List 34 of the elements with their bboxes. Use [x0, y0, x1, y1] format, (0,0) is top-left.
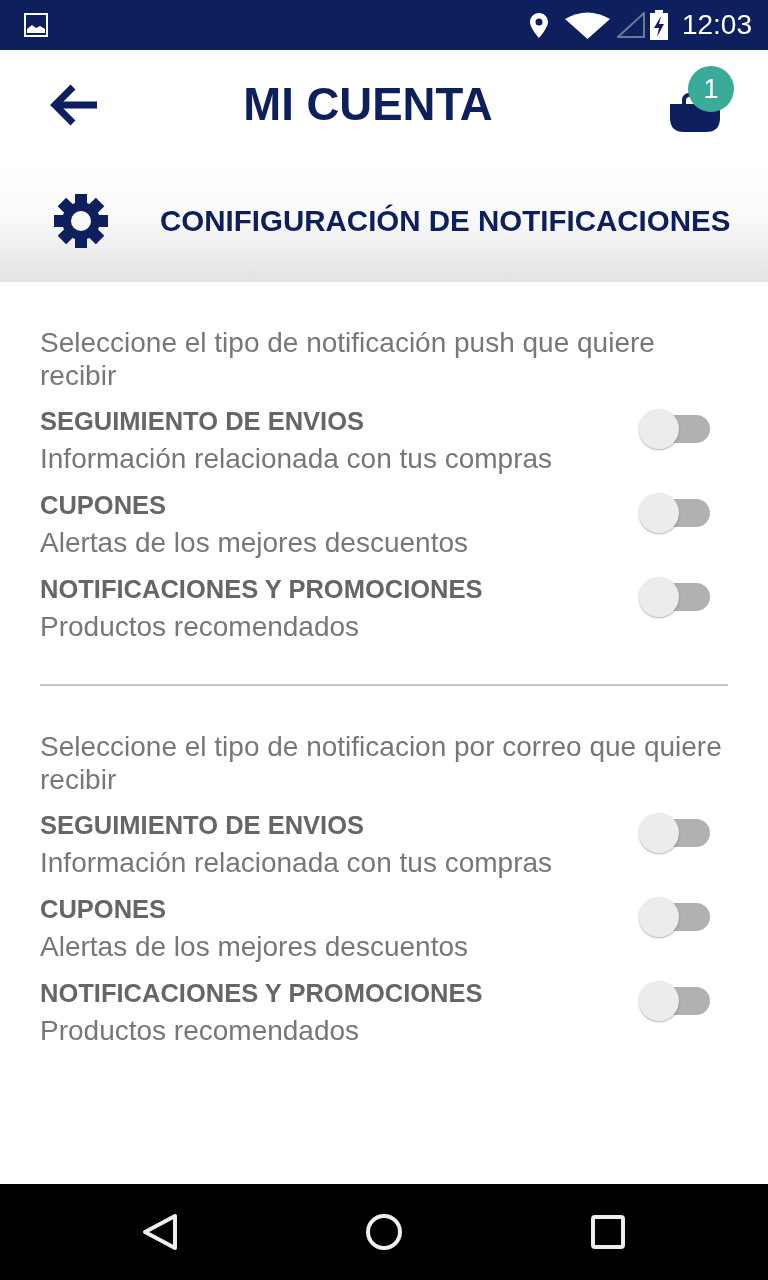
option-title: CUPONES	[40, 490, 168, 521]
option-title: SEGUIMIENTO DE ENVIOS	[40, 406, 365, 437]
status-time: 12:03	[681, 8, 752, 42]
back-icon[interactable]	[142, 1213, 178, 1251]
page-title: MI CUENTA	[242, 79, 494, 131]
signal-icon	[616, 12, 645, 38]
wifi-icon	[564, 11, 610, 39]
toggle-switch[interactable]	[638, 895, 712, 939]
image-icon	[24, 13, 48, 37]
toggle-switch[interactable]	[638, 491, 712, 535]
cart-count-badge: 1	[688, 66, 734, 112]
option-description: Productos recomendados	[40, 1014, 361, 1048]
toggle-switch[interactable]	[638, 979, 712, 1023]
option-title: NOTIFICACIONES Y PROMOCIONES	[40, 978, 484, 1009]
option-title: SEGUIMIENTO DE ENVIOS	[40, 810, 365, 841]
toggle-switch[interactable]	[638, 575, 712, 619]
instruction-text: Seleccione el tipo de notificacion por correo que quiere recibir	[40, 730, 723, 796]
toggle-switch[interactable]	[638, 407, 712, 451]
back-arrow-icon[interactable]	[48, 83, 98, 127]
instruction-text: Seleccione el tipo de notificación push que quiere recibir	[40, 326, 656, 392]
toggle-switch[interactable]	[638, 811, 712, 855]
option-title: NOTIFICACIONES Y PROMOCIONES	[40, 574, 484, 605]
option-description: Alertas de los mejores descuentos	[40, 930, 469, 964]
battery-charging-icon	[649, 10, 668, 40]
option-description: Información relacionada con tus compras	[40, 442, 554, 476]
option-description: Información relacionada con tus compras	[40, 846, 554, 880]
settings-title: CONIFIGURACIÓN DE NOTIFICACIONES	[160, 204, 731, 238]
gear-icon	[54, 194, 108, 248]
home-icon[interactable]	[366, 1214, 402, 1250]
option-title: CUPONES	[40, 894, 168, 925]
option-description: Alertas de los mejores descuentos	[40, 526, 469, 560]
option-description: Productos recomendados	[40, 610, 361, 644]
location-pin-icon	[529, 12, 548, 38]
recent-apps-icon[interactable]	[591, 1215, 625, 1249]
